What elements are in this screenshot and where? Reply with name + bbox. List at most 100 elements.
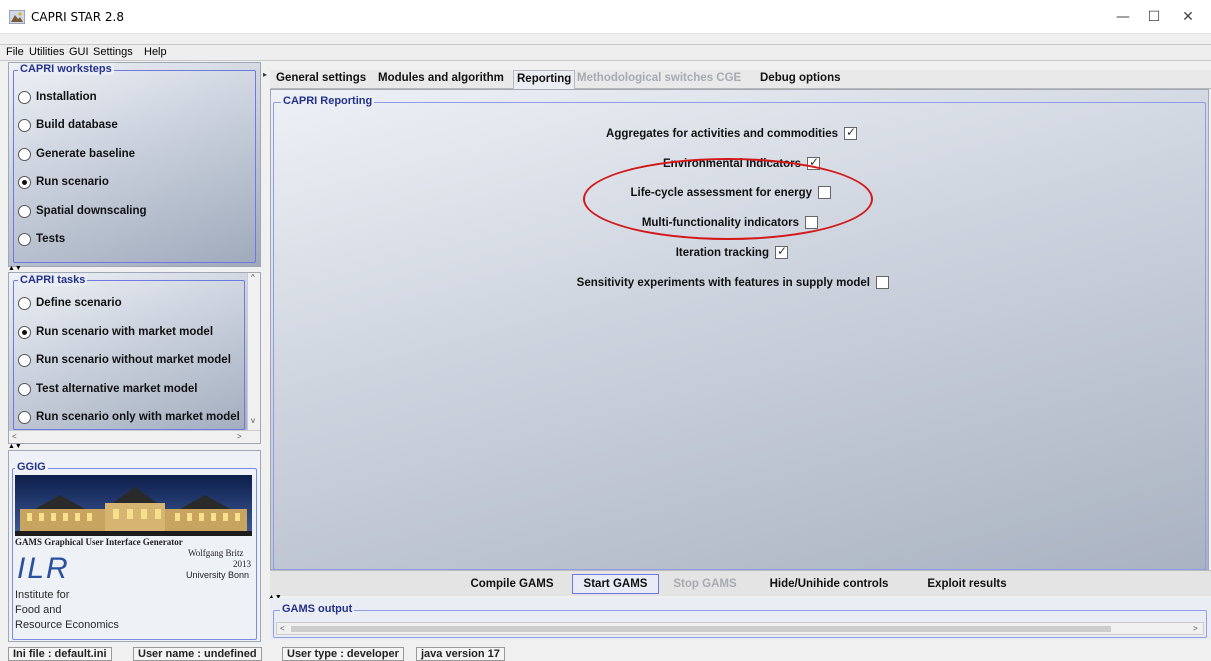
ggig-university: University Bonn — [186, 570, 250, 580]
radio-generate-baseline-indicator — [18, 147, 31, 161]
reporting-group-border — [273, 102, 1206, 570]
option-iteration-tracking-label: Iteration tracking — [675, 246, 769, 259]
scroll-left-icon[interactable]: < — [12, 432, 17, 441]
scroll-down-icon[interactable]: v — [251, 416, 255, 425]
option-sensitivity: Sensitivity experiments with features in… — [577, 276, 889, 289]
radio-test-alt-market-indicator — [18, 382, 31, 396]
radio-build-database[interactable]: Build database — [18, 116, 118, 134]
checkbox-life-cycle[interactable] — [818, 186, 831, 199]
option-multi-functionality: Multi-functionality indicators — [642, 216, 818, 229]
tasks-panel: CAPRI tasks Define scenario Run scenario… — [8, 272, 261, 444]
tab-reporting[interactable]: Reporting — [513, 70, 576, 89]
option-multi-functionality-label: Multi-functionality indicators — [641, 216, 799, 229]
radio-installation-indicator — [18, 90, 31, 104]
option-aggregates-label: Aggregates for activities and commoditie… — [606, 127, 838, 140]
radio-run-with-market[interactable]: Run scenario with market model — [18, 323, 213, 341]
tasks-vertical-scrollbar[interactable]: ^ v — [247, 273, 260, 430]
radio-run-with-market-indicator — [18, 325, 31, 339]
radio-define-scenario-indicator — [18, 296, 31, 310]
radio-run-with-market-label: Run scenario with market model — [36, 326, 214, 338]
option-aggregates: Aggregates for activities and commoditie… — [606, 125, 857, 140]
checkbox-iteration-tracking[interactable]: ✓ — [775, 244, 788, 259]
scroll-thumb[interactable] — [291, 626, 1111, 632]
radio-run-without-market-indicator — [18, 353, 31, 367]
radio-run-scenario-indicator — [18, 175, 31, 189]
option-iteration-tracking: Iteration tracking ✓ — [675, 244, 788, 259]
capri-app-icon — [9, 10, 25, 24]
radio-run-only-market-indicator — [18, 410, 31, 424]
stop-gams-button: Stop GAMS — [661, 574, 749, 594]
scroll-right-icon[interactable]: > — [1193, 624, 1198, 633]
castle-image — [15, 475, 252, 536]
radio-define-scenario-label: Define scenario — [36, 297, 122, 309]
ggig-generator-text: GAMS Graphical User Interface Generator — [15, 537, 183, 547]
compile-gams-button[interactable]: Compile GAMS — [463, 574, 561, 594]
institute-line-2: Food and — [15, 604, 62, 616]
check-icon: ✓ — [777, 244, 788, 258]
radio-build-database-indicator — [18, 118, 31, 132]
check-icon: ✓ — [809, 155, 820, 169]
ggig-year: 2013 — [233, 559, 251, 569]
institute-line-1: Institute for — [15, 589, 70, 601]
start-gams-button[interactable]: Start GAMS — [572, 574, 659, 594]
hide-unhide-controls-button[interactable]: Hide/Unihide controls — [754, 574, 904, 594]
menu-utilities[interactable]: Utilities — [29, 46, 64, 58]
checkbox-environmental[interactable]: ✓ — [807, 155, 820, 170]
tab-modules-and-algorithm[interactable]: Modules and algorithm — [375, 72, 507, 89]
ilr-logo: ILR — [17, 552, 70, 585]
ggig-title: GGIG — [15, 461, 48, 473]
worksteps-title: CAPRI worksteps — [18, 63, 114, 75]
radio-spatial-downscaling-indicator — [18, 204, 31, 218]
radio-tests[interactable]: Tests — [18, 230, 65, 248]
button-bar: Compile GAMS Start GAMS Stop GAMS Hide/U… — [270, 570, 1211, 596]
radio-run-scenario[interactable]: Run scenario — [18, 173, 109, 191]
gams-output-panel: GAMS output < > — [270, 598, 1211, 640]
scroll-left-icon[interactable]: < — [280, 624, 285, 633]
radio-run-only-market-label: Run scenario only with market model — [36, 411, 240, 423]
tab-general-settings[interactable]: General settings — [273, 72, 369, 89]
tasks-horizontal-scrollbar[interactable]: < > — [9, 430, 260, 443]
option-environmental-label: Environmental Indicators — [662, 157, 801, 170]
status-bar: Ini file : default.ini User name : undef… — [0, 645, 1211, 661]
radio-run-only-market[interactable]: Run scenario only with market model — [18, 408, 252, 426]
window-title: CAPRI STAR 2.8 — [31, 10, 124, 24]
tab-methodological-switches-cge: Methodological switches CGE — [577, 72, 742, 84]
option-sensitivity-label: Sensitivity experiments with features in… — [576, 276, 870, 289]
radio-run-without-market-label: Run scenario without market model — [36, 354, 231, 366]
radio-spatial-downscaling[interactable]: Spatial downscaling — [18, 202, 147, 220]
split-divider-arrow[interactable]: ▸ — [263, 70, 267, 79]
checkbox-multi-functionality[interactable] — [805, 216, 818, 229]
close-button[interactable]: ✕ — [1165, 0, 1211, 34]
tab-debug-options[interactable]: Debug options — [757, 72, 844, 89]
radio-generate-baseline[interactable]: Generate baseline — [18, 145, 135, 163]
scroll-up-icon[interactable]: ^ — [251, 273, 255, 282]
radio-run-without-market[interactable]: Run scenario without market model — [18, 351, 231, 369]
radio-generate-baseline-label: Generate baseline — [36, 148, 136, 160]
worksteps-panel: CAPRI worksteps Installation Build datab… — [8, 62, 261, 267]
menu-settings[interactable]: Settings — [93, 46, 133, 58]
radio-installation[interactable]: Installation — [18, 88, 97, 106]
menu-help[interactable]: Help — [144, 46, 167, 58]
tab-bar: General settings Modules and algorithm R… — [270, 70, 1211, 89]
radio-tests-indicator — [18, 232, 31, 246]
menu-bar: File Utilities GUI Settings Help — [0, 44, 1211, 61]
scroll-right-icon[interactable]: > — [237, 432, 242, 441]
gams-output-scrollbar[interactable]: < > — [276, 622, 1204, 635]
checkbox-sensitivity[interactable] — [876, 276, 889, 289]
menu-gui[interactable]: GUI — [69, 46, 89, 58]
institute-line-3: Resource Economics — [15, 619, 119, 631]
ggig-author: Wolfgang Britz — [188, 548, 244, 558]
title-bar: CAPRI STAR 2.8 — ☐ ✕ — [0, 0, 1211, 34]
radio-installation-label: Installation — [36, 91, 97, 103]
exploit-results-button[interactable]: Exploit results — [912, 574, 1022, 594]
option-life-cycle: Life-cycle assessment for energy — [630, 186, 831, 199]
menu-file[interactable]: File — [6, 46, 24, 58]
radio-run-scenario-label: Run scenario — [36, 176, 109, 188]
radio-define-scenario[interactable]: Define scenario — [18, 294, 122, 312]
tasks-title: CAPRI tasks — [18, 274, 88, 286]
radio-test-alt-market[interactable]: Test alternative market model — [18, 380, 198, 398]
check-icon: ✓ — [846, 125, 857, 139]
radio-spatial-downscaling-label: Spatial downscaling — [36, 205, 147, 217]
checkbox-aggregates[interactable]: ✓ — [844, 125, 857, 140]
gams-output-title: GAMS output — [280, 603, 355, 615]
